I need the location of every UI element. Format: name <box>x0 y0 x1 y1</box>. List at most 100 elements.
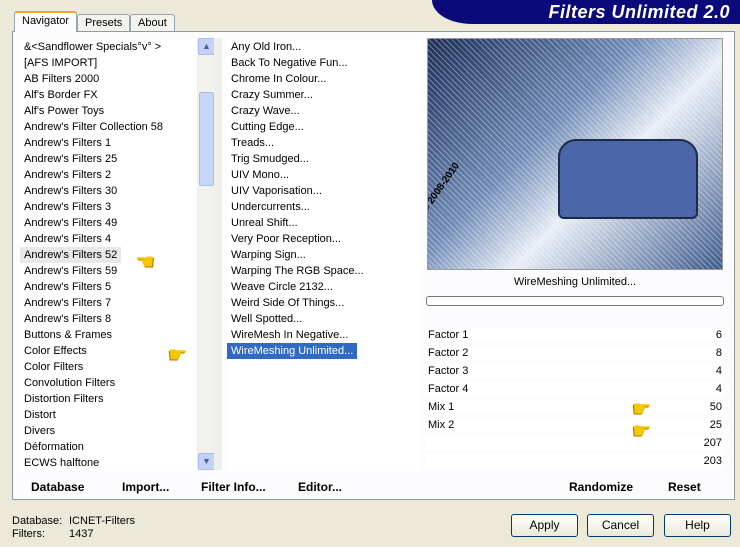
filter-item[interactable]: Trig Smudged... <box>227 151 420 167</box>
filter-label: Undercurrents... <box>231 201 310 213</box>
filter-item[interactable]: Any Old Iron... <box>227 39 420 55</box>
cancel-button[interactable]: Cancel <box>587 514 654 537</box>
category-label: [AFS IMPORT] <box>24 57 98 69</box>
tab-about[interactable]: About <box>130 14 175 32</box>
slider-value: 8 <box>715 347 722 359</box>
category-item[interactable]: Andrew's Filters 49 <box>20 215 197 231</box>
filter-item[interactable]: UIV Mono... <box>227 167 420 183</box>
category-item[interactable]: [AFS IMPORT] <box>20 55 197 71</box>
category-item[interactable]: Divers <box>20 423 197 439</box>
category-label: Alf's Power Toys <box>24 105 105 117</box>
preview-image: Happyrataplan © 2008-2010 <box>427 38 723 270</box>
randomize-button[interactable]: Randomize <box>569 480 633 494</box>
category-label: Déformation <box>24 441 84 453</box>
category-item[interactable]: Alf's Border FX <box>20 87 197 103</box>
filter-item[interactable]: Chrome In Colour... <box>227 71 420 87</box>
filter-item[interactable]: Warping Sign... <box>227 247 420 263</box>
category-item[interactable]: &<Sandflower Specials°v° > <box>20 39 197 55</box>
category-label: Color Effects <box>24 345 87 357</box>
apply-button[interactable]: Apply <box>511 514 578 537</box>
filter-item[interactable]: Unreal Shift... <box>227 215 420 231</box>
category-item[interactable]: Andrew's Filter Collection 58 <box>20 119 197 135</box>
category-item[interactable]: ECWS halftone <box>20 455 197 471</box>
category-label: &<Sandflower Specials°v° > <box>24 41 162 53</box>
slider-unnamed-6[interactable]: 207 <box>426 436 724 450</box>
filter-label: Trig Smudged... <box>231 153 309 165</box>
category-label: AB Filters 2000 <box>24 73 100 85</box>
filter-item[interactable]: Crazy Wave... <box>227 103 420 119</box>
category-item[interactable]: Andrew's Filters 52 <box>20 247 197 263</box>
filter-item[interactable]: Warping The RGB Space... <box>227 263 420 279</box>
pointing-hand-icon: ☚ <box>632 418 652 443</box>
filter-list[interactable]: Any Old Iron... Back To Negative Fun... Ch… <box>227 39 420 471</box>
filter-label: Treads... <box>231 137 274 149</box>
category-item[interactable]: Alf's Power Toys <box>20 103 197 119</box>
filter-label: Warping Sign... <box>231 249 306 261</box>
scroll-thumb[interactable] <box>199 92 214 186</box>
slider-label: Factor 2 <box>428 347 469 359</box>
progress-bar <box>426 296 724 306</box>
filter-item[interactable]: Cutting Edge... <box>227 119 420 135</box>
app-title-banner: Filters Unlimited 2.0 <box>432 0 740 24</box>
filter-item[interactable]: Undercurrents... <box>227 199 420 215</box>
category-scrollbar[interactable]: ▲ ▼ <box>197 38 215 470</box>
filter-label: WireMeshing Unlimited... <box>227 343 358 359</box>
category-item[interactable]: Andrew's Filters 3 <box>20 199 197 215</box>
filter-item[interactable]: Crazy Summer... <box>227 87 420 103</box>
filter-label: Weird Side Of Things... <box>231 297 345 309</box>
filter-item[interactable]: WireMesh In Negative... <box>227 327 420 343</box>
editor-button[interactable]: Editor... <box>298 480 342 494</box>
scroll-up-icon[interactable]: ▲ <box>198 38 215 55</box>
filter-label: Chrome In Colour... <box>231 73 327 85</box>
slider-factor-1[interactable]: Factor 1 6 <box>426 328 724 342</box>
filter-info-button[interactable]: Filter Info... <box>201 480 266 494</box>
filter-item[interactable]: Weird Side Of Things... <box>227 295 420 311</box>
category-item[interactable]: Andrew's Filters 30 <box>20 183 197 199</box>
category-list[interactable]: &<Sandflower Specials°v° > [AFS IMPORT] AB… <box>20 39 197 471</box>
category-item[interactable]: Andrew's Filters 59 <box>20 263 197 279</box>
reset-button[interactable]: Reset <box>668 480 701 494</box>
help-button[interactable]: Help <box>664 514 731 537</box>
category-item[interactable]: Andrew's Filters 8 <box>20 311 197 327</box>
scroll-down-icon[interactable]: ▼ <box>198 453 215 470</box>
category-item[interactable]: Andrew's Filters 5 <box>20 279 197 295</box>
slider-factor-4[interactable]: Factor 4 4 <box>426 382 724 396</box>
filter-item[interactable]: Treads... <box>227 135 420 151</box>
category-label: Andrew's Filters 52 <box>20 247 122 263</box>
category-item[interactable]: Andrew's Filters 25 <box>20 151 197 167</box>
category-item[interactable]: Déformation <box>20 439 197 455</box>
filter-item[interactable]: Well Spotted... <box>227 311 420 327</box>
tab-presets[interactable]: Presets <box>77 14 131 32</box>
category-label: Andrew's Filters 30 <box>24 185 118 197</box>
database-button[interactable]: Database <box>31 480 84 494</box>
category-item[interactable]: Distort <box>20 407 197 423</box>
filter-label: WireMesh In Negative... <box>231 329 349 341</box>
category-label: ECWS halftone <box>24 457 100 469</box>
category-item[interactable]: Andrew's Filters 7 <box>20 295 197 311</box>
import-button[interactable]: Import... <box>122 480 169 494</box>
category-item[interactable]: Andrew's Filters 1 <box>20 135 197 151</box>
filter-item[interactable]: Back To Negative Fun... <box>227 55 420 71</box>
pointing-hand-icon: ☚ <box>135 249 155 274</box>
slider-factor-3[interactable]: Factor 3 4 <box>426 364 724 378</box>
filter-label: Well Spotted... <box>231 313 303 325</box>
category-item[interactable]: Buttons & Frames <box>20 327 197 343</box>
category-item[interactable]: Convolution Filters <box>20 375 197 391</box>
filter-item[interactable]: UIV Vaporisation... <box>227 183 420 199</box>
filter-item[interactable]: Very Poor Reception... <box>227 231 420 247</box>
category-item[interactable]: AB Filters 2000 <box>20 71 197 87</box>
slider-value: 203 <box>703 455 722 467</box>
slider-mix-1[interactable]: Mix 1 50 <box>426 400 724 414</box>
filter-label: UIV Vaporisation... <box>231 185 322 197</box>
slider-mix-2[interactable]: Mix 2 25 <box>426 418 724 432</box>
tab-navigator[interactable]: Navigator <box>14 11 78 32</box>
slider-unnamed-7[interactable]: 203 <box>426 454 724 468</box>
filter-label: Warping The RGB Space... <box>231 265 364 277</box>
slider-factor-2[interactable]: Factor 2 8 <box>426 346 724 360</box>
filter-item[interactable]: WireMeshing Unlimited... <box>227 343 420 359</box>
filter-label: UIV Mono... <box>231 169 290 181</box>
filter-item[interactable]: Weave Circle 2132... <box>227 279 420 295</box>
category-item[interactable]: Andrew's Filters 4 <box>20 231 197 247</box>
category-item[interactable]: Distortion Filters <box>20 391 197 407</box>
category-item[interactable]: Andrew's Filters 2 <box>20 167 197 183</box>
